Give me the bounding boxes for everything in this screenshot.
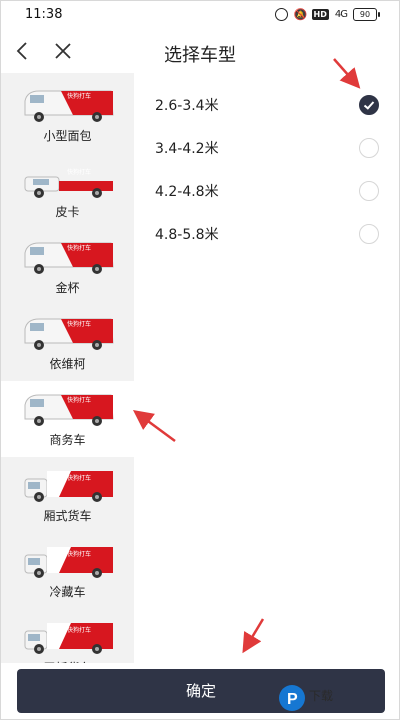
watermark-text: 下载	[309, 689, 334, 703]
signal-icon: 4G	[334, 9, 348, 20]
vehicle-logo-text: 快狗打车	[67, 397, 92, 404]
sidebar-item-label: 商务车	[49, 433, 86, 447]
vehicle-logo-text: 快狗打车	[67, 245, 92, 252]
arrow-to-confirm	[242, 618, 265, 654]
checkmark-icon	[363, 101, 375, 110]
sidebar-item-7[interactable]: 快狗打车平板货车	[1, 609, 134, 663]
sidebar-item-label: 厢式货车	[43, 509, 92, 523]
vehicle-image-icon	[24, 471, 113, 502]
vehicle-logo-text: 快狗打车	[67, 169, 92, 176]
size-option-label: 3.4-4.2米	[155, 141, 219, 157]
sidebar-item-1[interactable]: 快狗打车皮卡	[1, 153, 134, 229]
vehicle-logo-text: 快狗打车	[67, 551, 92, 558]
mute-icon: 🔕	[293, 7, 308, 21]
size-option-row[interactable]: 2.6-3.4米	[155, 89, 385, 119]
unchecked-radio-icon[interactable]	[359, 181, 379, 201]
sidebar-item-2[interactable]: 快狗打车金杯	[1, 229, 134, 305]
sidebar-item-label: 皮卡	[55, 205, 80, 219]
sidebar-item-3[interactable]: 快狗打车依维柯	[1, 305, 134, 381]
status-icons: 🔕 HD 4G 90	[274, 7, 380, 21]
sidebar-item-4[interactable]: 快狗打车商务车	[1, 381, 134, 457]
vehicle-logo-text: 快狗打车	[67, 321, 92, 328]
sidebar-item-label: 小型面包	[43, 129, 92, 143]
battery-icon: 90	[353, 8, 380, 21]
size-option-label: 4.8-5.8米	[155, 227, 219, 243]
size-option-row[interactable]: 4.2-4.8米	[155, 175, 385, 205]
unchecked-radio-icon[interactable]	[359, 138, 379, 158]
hd-icon: HD	[311, 9, 329, 20]
unchecked-radio-icon[interactable]	[359, 224, 379, 244]
status-time: 11:38	[25, 7, 63, 22]
sidebar-item-5[interactable]: 快狗打车厢式货车	[1, 457, 134, 533]
vehicle-logo-text: 快狗打车	[67, 93, 92, 100]
vehicle-image-icon	[24, 623, 113, 654]
top-bar: 选择车型	[1, 31, 399, 73]
app-screen: 11:38 🔕 HD 4G 90 选择车型 快狗打车 小型面包 快狗打车 皮卡 快狗打车…	[0, 0, 400, 720]
vehicle-image-icon	[24, 547, 113, 578]
arrow-to-business-van	[132, 410, 176, 443]
status-bar: 11:38 🔕 HD 4G 90	[1, 1, 399, 31]
size-option-row[interactable]: 4.8-5.8米	[155, 218, 385, 248]
sidebar-item-6[interactable]: 快狗打车冷藏车	[1, 533, 134, 609]
size-option-label: 4.2-4.8米	[155, 184, 219, 200]
watermark: P 下载	[277, 683, 397, 717]
svg-text:P: P	[287, 691, 298, 708]
size-option-label: 2.6-3.4米	[155, 98, 219, 114]
sidebar-item-label: 冷藏车	[49, 585, 86, 599]
checked-radio-icon[interactable]	[359, 95, 379, 115]
page-title: 选择车型	[164, 45, 236, 66]
vehicle-logo-text: 快狗打车	[67, 475, 92, 482]
watermark-logo-icon: P	[279, 685, 305, 711]
alarm-icon	[274, 8, 288, 21]
vehicle-logo-text: 快狗打车	[67, 627, 92, 634]
sidebar-item-label: 平板货车	[1, 659, 134, 663]
sidebar-item-label: 金杯	[55, 281, 80, 295]
size-option-row[interactable]: 3.4-4.2米	[155, 132, 385, 162]
sidebar-item-0[interactable]: 快狗打车小型面包	[1, 77, 134, 153]
vehicle-type-sidebar: 快狗打车 小型面包 快狗打车 皮卡 快狗打车 金杯 快狗打车 依维柯 快狗打车 商务车 快狗打车 厢式…	[1, 73, 134, 663]
sidebar-item-label: 依维柯	[49, 357, 86, 371]
